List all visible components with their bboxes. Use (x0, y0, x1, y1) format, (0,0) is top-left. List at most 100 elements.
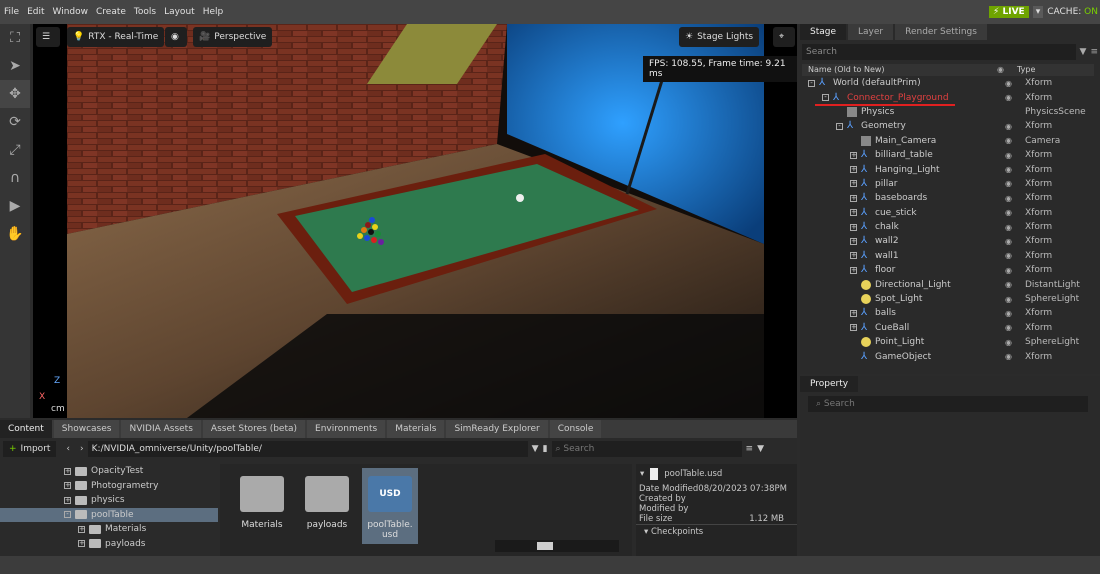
content-search-input[interactable]: ⌕ Search (551, 441, 742, 457)
snap-magnet-icon[interactable]: ∩ (0, 164, 30, 192)
stage-row[interactable]: Point_Light ◉ SphereLight (800, 335, 1100, 349)
folder-tree-item[interactable]: + payloads (0, 537, 218, 552)
visibility-eye-icon[interactable]: ◉ (1005, 352, 1012, 361)
stage-lights-button[interactable]: ☀ Stage Lights (679, 27, 760, 47)
tab-nvidia-assets[interactable]: NVIDIA Assets (121, 420, 201, 438)
stage-row[interactable]: - ⅄ Connector_Playground ◉ Xform (800, 90, 1100, 104)
stage-row[interactable]: - ⅄ Geometry ◉ Xform (800, 119, 1100, 133)
physics-hand-icon[interactable]: ✋ (0, 220, 30, 248)
col-type-header[interactable]: Type (1017, 64, 1035, 76)
menu-help[interactable]: Help (199, 7, 228, 17)
back-icon[interactable]: ‹ (60, 444, 76, 454)
list-view-icon[interactable]: ≡ (746, 444, 754, 454)
visibility-eye-icon[interactable]: ◉ (1005, 151, 1012, 160)
stage-row[interactable]: + ⅄ cue_stick ◉ Xform (800, 206, 1100, 220)
expand-toggle-icon[interactable]: + (850, 223, 857, 231)
stage-row[interactable]: + ⅄ balls ◉ Xform (800, 306, 1100, 320)
expand-toggle-icon[interactable]: - (836, 122, 843, 130)
expand-toggle-icon[interactable]: + (78, 540, 85, 548)
expand-toggle-icon[interactable]: + (850, 151, 857, 159)
expand-toggle-icon[interactable]: + (850, 180, 857, 188)
tab-showcases[interactable]: Showcases (53, 420, 120, 438)
file-tile[interactable]: payloads (299, 472, 355, 530)
viewport[interactable]: ☰ 💡 RTX - Real-Time ◉ 🎥 Perspective ☀ Stage… (33, 24, 797, 418)
visibility-eye-icon[interactable]: ◉ (1005, 122, 1012, 131)
content-filter-icon[interactable]: ▼ (757, 444, 764, 454)
expand-toggle-icon[interactable]: - (822, 94, 829, 102)
expand-toggle-icon[interactable]: + (850, 309, 857, 317)
menu-layout[interactable]: Layout (160, 7, 199, 17)
tab-simready[interactable]: SimReady Explorer (446, 420, 548, 438)
visibility-eye-icon[interactable]: ◉ (1005, 79, 1012, 88)
stage-row[interactable]: ⅄ GameObject ◉ Xform (800, 349, 1100, 363)
expand-toggle-icon[interactable]: + (850, 324, 857, 332)
expand-toggle-icon[interactable]: + (850, 252, 857, 260)
live-button[interactable]: ⚡ LIVE (989, 6, 1029, 18)
forward-icon[interactable]: › (80, 444, 84, 454)
expand-toggle-icon[interactable]: + (64, 496, 71, 504)
expand-toggle-icon[interactable]: + (64, 467, 71, 475)
bookmark-icon[interactable]: ▮ (543, 444, 548, 454)
expand-toggle-icon[interactable]: + (78, 525, 85, 533)
camera-button[interactable]: 🎥 Perspective (193, 27, 273, 47)
stage-row[interactable]: + ⅄ baseboards ◉ Xform (800, 191, 1100, 205)
expand-toggle-icon[interactable]: + (64, 482, 71, 490)
visibility-eye-icon[interactable]: ◉ (1005, 338, 1012, 347)
thumbnail-size-slider[interactable] (495, 540, 619, 552)
visibility-eye-icon[interactable]: ◉ (1005, 136, 1012, 145)
col-name-header[interactable]: Name (Old to New) (802, 64, 997, 76)
tab-stage[interactable]: Stage (800, 24, 847, 40)
menu-tools[interactable]: Tools (130, 7, 160, 17)
folder-tree-item[interactable]: - poolTable (0, 507, 218, 522)
tab-property[interactable]: Property (800, 376, 859, 392)
visibility-eye-icon[interactable]: ◉ (1005, 93, 1012, 102)
tab-asset-stores[interactable]: Asset Stores (beta) (202, 420, 306, 438)
visibility-eye-icon[interactable]: ◉ (1005, 223, 1012, 232)
stage-row[interactable]: + ⅄ chalk ◉ Xform (800, 220, 1100, 234)
expand-toggle-icon[interactable]: - (64, 511, 71, 519)
property-search-input[interactable]: ⌕ Search (808, 396, 1088, 412)
path-dropdown-icon[interactable]: ▼ (532, 444, 539, 454)
expand-toggle-icon[interactable]: - (808, 79, 815, 87)
stage-row[interactable]: Directional_Light ◉ DistantLight (800, 277, 1100, 291)
select-arrow-icon[interactable]: ➤ (0, 52, 30, 80)
folder-tree-item[interactable]: + physics (0, 493, 218, 508)
stage-row[interactable]: + ⅄ wall2 ◉ Xform (800, 234, 1100, 248)
visibility-eye-icon[interactable]: ◉ (1005, 295, 1012, 304)
live-dropdown-chevron-icon[interactable]: ▾ (1032, 6, 1044, 18)
folder-tree-item[interactable]: + OpacityTest (0, 464, 218, 479)
visibility-eye-icon[interactable]: ◉ (1005, 208, 1012, 217)
expand-toggle-icon[interactable]: + (850, 166, 857, 174)
collapse-arrow-icon[interactable]: ▾ (640, 469, 644, 479)
expand-toggle-icon[interactable]: + (850, 194, 857, 202)
visibility-eye-icon[interactable]: ◉ (1005, 237, 1012, 246)
tab-render-settings[interactable]: Render Settings (895, 24, 987, 40)
file-tile[interactable]: Materials (234, 472, 290, 530)
rotate-icon[interactable]: ⟳ (0, 108, 30, 136)
checkpoints-header[interactable]: ▾ Checkpoints (636, 524, 797, 539)
folder-tree-item[interactable]: + Photogrametry (0, 479, 218, 494)
visibility-eye-icon[interactable]: ◉ (1005, 165, 1012, 174)
stage-row[interactable]: - ⅄ World (defaultPrim) ◉ Xform (800, 76, 1100, 90)
stage-row[interactable]: + ⅄ Hanging_Light ◉ Xform (800, 162, 1100, 176)
filter-icon[interactable]: ▼ (1076, 47, 1091, 57)
tab-content[interactable]: Content (0, 420, 52, 438)
expand-toggle-icon[interactable]: + (850, 209, 857, 217)
expand-toggle-icon[interactable]: + (850, 237, 857, 245)
visibility-eye-icon[interactable]: ◉ (1005, 179, 1012, 188)
stage-row[interactable]: + ⅄ wall1 ◉ Xform (800, 249, 1100, 263)
menu-file[interactable]: File (0, 7, 23, 17)
render-mode-button[interactable]: 💡 RTX - Real-Time (67, 27, 165, 47)
settings-sliders-icon[interactable]: ☰ (36, 27, 60, 47)
visibility-eye-icon[interactable]: ◉ (1005, 280, 1012, 289)
visibility-eye-icon[interactable]: ◉ (1005, 266, 1012, 275)
path-field[interactable]: K:/NVIDIA_omniverse/Unity/poolTable/ (87, 441, 528, 457)
play-icon[interactable]: ▶ (0, 192, 30, 220)
folder-tree-item[interactable]: + Materials (0, 522, 218, 537)
move-icon[interactable]: ✥ (0, 80, 30, 108)
options-icon[interactable]: ≡ (1090, 47, 1098, 57)
stage-row[interactable]: + ⅄ CueBall ◉ Xform (800, 321, 1100, 335)
stage-row[interactable]: + ⅄ pillar ◉ Xform (800, 177, 1100, 191)
import-button[interactable]: + Import (3, 441, 57, 457)
stage-row[interactable]: + ⅄ billiard_table ◉ Xform (800, 148, 1100, 162)
